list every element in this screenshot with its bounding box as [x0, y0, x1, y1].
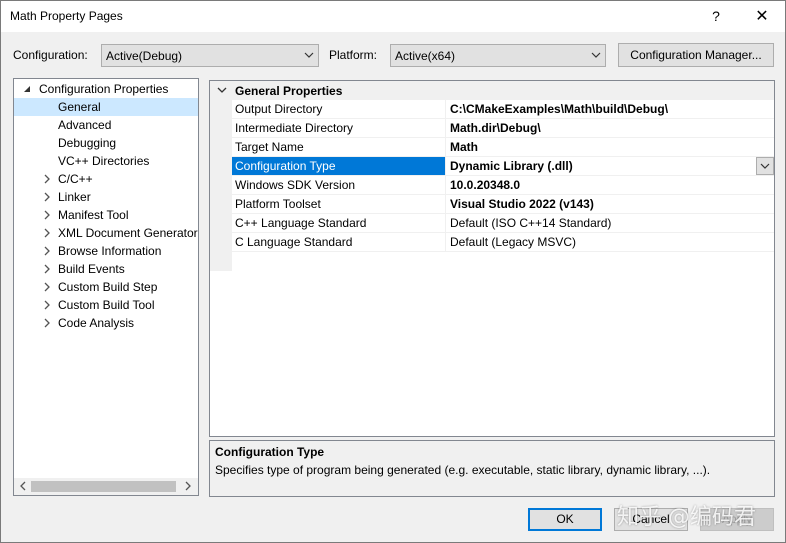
expand-arrow-icon[interactable] — [42, 282, 52, 292]
property-name: Platform Toolset — [232, 195, 446, 213]
platform-combo[interactable]: Active(x64) — [390, 44, 606, 67]
expand-arrow-icon[interactable] — [42, 264, 52, 274]
property-name: Target Name — [232, 138, 446, 156]
expanded-arrow-icon — [24, 86, 30, 92]
description-title: Configuration Type — [215, 445, 325, 459]
tree-item-label: Advanced — [58, 118, 112, 132]
configuration-value: Active(Debug) — [106, 49, 183, 63]
tree-item-code-analysis[interactable]: Code Analysis — [14, 314, 198, 332]
tree-item-manifest-tool[interactable]: Manifest Tool — [14, 206, 198, 224]
expand-arrow-icon[interactable] — [42, 210, 52, 220]
property-value[interactable]: Visual Studio 2022 (v143) — [447, 195, 594, 213]
scrollbar-thumb[interactable] — [31, 481, 176, 492]
property-name: Intermediate Directory — [232, 119, 446, 137]
property-value[interactable]: Default (Legacy MSVC) — [447, 233, 576, 251]
property-row[interactable]: Output Directory C:\CMakeExamples\Math\bu… — [232, 100, 774, 119]
grid-gutter — [210, 100, 232, 271]
property-row[interactable]: Windows SDK Version 10.0.20348.0 — [232, 176, 774, 195]
property-row[interactable]: C++ Language Standard Default (ISO C++14 … — [232, 214, 774, 233]
tree-item-label: Browse Information — [58, 244, 162, 258]
tree-item-label: Debugging — [58, 136, 117, 150]
property-grid: General Properties Output Directory C:\CM… — [209, 80, 775, 437]
tree-item-label: Linker — [58, 190, 91, 204]
configuration-combo[interactable]: Active(Debug) — [101, 44, 319, 67]
tree-item-browse-information[interactable]: Browse Information — [14, 242, 198, 260]
chevron-down-icon — [591, 52, 601, 58]
horizontal-scrollbar[interactable] — [14, 478, 198, 495]
expand-arrow-icon[interactable] — [42, 192, 52, 202]
expand-arrow-icon[interactable] — [42, 246, 52, 256]
section-title: General Properties — [235, 84, 343, 98]
property-row[interactable]: Intermediate Directory Math.dir\Debug\ — [232, 119, 774, 138]
tree-item-label: VC++ Directories — [58, 154, 150, 168]
expand-arrow-icon[interactable] — [42, 318, 52, 328]
scroll-right-icon[interactable] — [182, 480, 194, 492]
close-button[interactable]: ✕ — [739, 1, 785, 32]
tree-item-label: Build Events — [58, 262, 125, 276]
configuration-label: Configuration: — [13, 48, 88, 62]
collapse-chevron-icon[interactable] — [217, 85, 227, 95]
help-button[interactable]: ? — [693, 1, 739, 32]
tree-item-custom-build-step[interactable]: Custom Build Step — [14, 278, 198, 296]
tree-item-general[interactable]: General — [14, 98, 198, 116]
property-name: Configuration Type — [232, 157, 446, 175]
description-text: Specifies type of program being generate… — [215, 463, 711, 477]
watermark: 知乎 @编码君 — [617, 505, 756, 530]
scroll-left-icon[interactable] — [17, 480, 29, 492]
property-value[interactable]: Math.dir\Debug\ — [447, 119, 541, 137]
tree-item-debugging[interactable]: Debugging — [14, 134, 198, 152]
category-tree[interactable]: Configuration Properties General Advanced… — [13, 78, 199, 496]
property-name: Output Directory — [232, 100, 446, 118]
tree-item-label: Custom Build Step — [58, 280, 158, 294]
chevron-down-icon — [760, 163, 770, 169]
section-header[interactable]: General Properties — [210, 81, 774, 100]
tree-root-label: Configuration Properties — [39, 82, 169, 96]
title-bar: Math Property Pages ? ✕ — [1, 1, 785, 32]
configuration-manager-button[interactable]: Configuration Manager... — [618, 43, 774, 67]
property-row[interactable]: C Language Standard Default (Legacy MSVC) — [232, 233, 774, 252]
expand-arrow-icon[interactable] — [42, 300, 52, 310]
property-value[interactable]: Dynamic Library (.dll) — [447, 157, 573, 175]
tree-root-configuration-properties[interactable]: Configuration Properties — [14, 80, 198, 98]
tree-item-label: Code Analysis — [58, 316, 135, 330]
property-row[interactable]: Configuration Type Dynamic Library (.dll) — [232, 157, 774, 176]
tree-item-c-c[interactable]: C/C++ — [14, 170, 198, 188]
tree-item-advanced[interactable]: Advanced — [14, 116, 198, 134]
property-value[interactable]: C:\CMakeExamples\Math\build\Debug\ — [447, 100, 668, 118]
property-name: Windows SDK Version — [232, 176, 446, 194]
tree-item-custom-build-tool[interactable]: Custom Build Tool — [14, 296, 198, 314]
chevron-down-icon — [304, 52, 314, 58]
property-row[interactable]: Target Name Math — [232, 138, 774, 157]
tree-item-xml-document-generator[interactable]: XML Document Generator — [14, 224, 198, 242]
tree-item-vc-directories[interactable]: VC++ Directories — [14, 152, 198, 170]
platform-value: Active(x64) — [395, 49, 456, 63]
tree-item-label: XML Document Generator — [58, 226, 198, 240]
property-value[interactable]: Math — [447, 138, 478, 156]
property-value[interactable]: 10.0.20348.0 — [447, 176, 520, 194]
property-row[interactable]: Platform Toolset Visual Studio 2022 (v143… — [232, 195, 774, 214]
expand-arrow-icon[interactable] — [42, 174, 52, 184]
property-name: C Language Standard — [232, 233, 446, 251]
property-value[interactable]: Default (ISO C++14 Standard) — [447, 214, 611, 232]
expand-arrow-icon[interactable] — [42, 228, 52, 238]
ok-button[interactable]: OK — [528, 508, 602, 531]
tree-item-label: Custom Build Tool — [58, 298, 155, 312]
tree-item-label: Manifest Tool — [58, 208, 129, 222]
window-title: Math Property Pages — [10, 9, 123, 23]
platform-label: Platform: — [329, 48, 378, 62]
property-pages-dialog: Math Property Pages ? ✕ Configuration: A… — [0, 0, 786, 543]
description-panel: Configuration Type Specifies type of pro… — [209, 440, 775, 497]
property-name: C++ Language Standard — [232, 214, 446, 232]
tree-item-label: C/C++ — [58, 172, 93, 186]
tree-item-label: General — [58, 100, 101, 114]
value-dropdown-button[interactable] — [756, 157, 774, 175]
tree-item-build-events[interactable]: Build Events — [14, 260, 198, 278]
tree-item-linker[interactable]: Linker — [14, 188, 198, 206]
